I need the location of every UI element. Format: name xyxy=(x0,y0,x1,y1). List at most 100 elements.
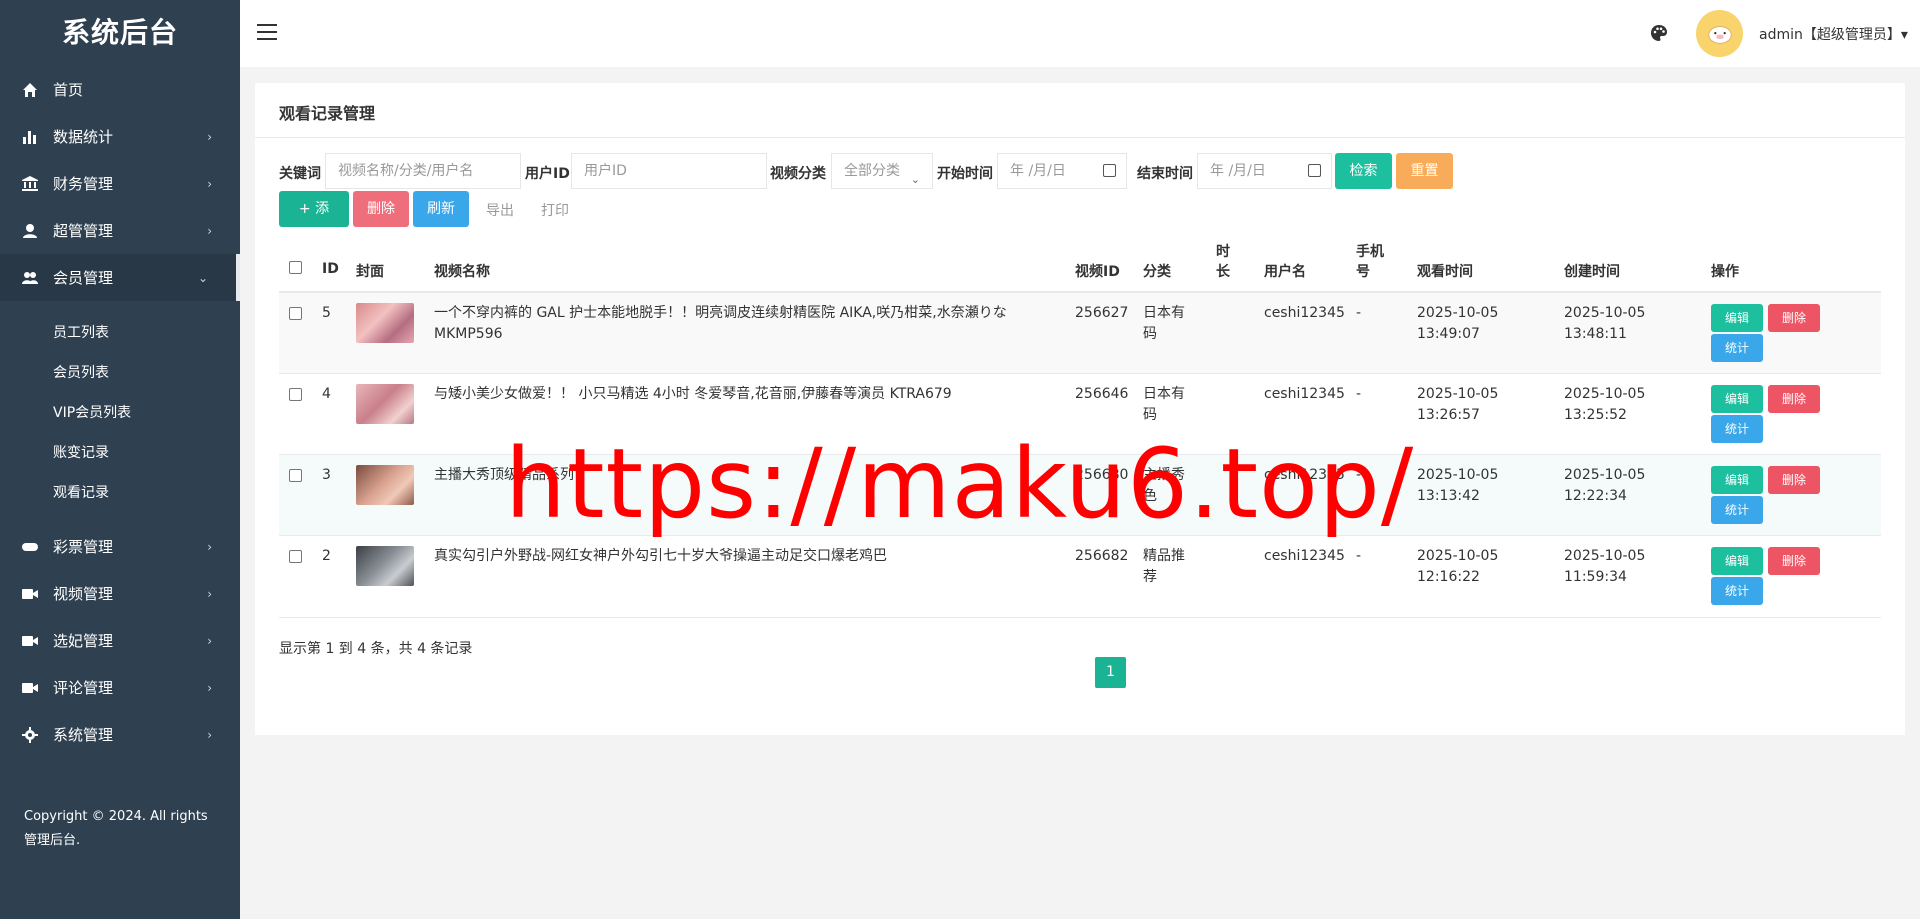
chevron-down-icon: ⌄ xyxy=(910,173,920,186)
edit-button[interactable]: 编辑 xyxy=(1711,547,1763,575)
row-watch-date: 2025-10-05 xyxy=(1417,548,1499,564)
row-video-name[interactable]: 与矮小美少女做爱！！ 小只马精选 4小时 冬爱琴音,花音丽,伊藤春等演员 KTR… xyxy=(434,384,1054,405)
delete-button[interactable]: 删除 xyxy=(1768,547,1820,575)
subnav-balance-log[interactable]: 账变记录 xyxy=(0,433,240,473)
sidebar: 系统后台 首页 数据统计 › 财务管理 › 超管管理 › 会员管理 ⌄ 员工列表… xyxy=(0,0,240,919)
subnav-vip-list[interactable]: VIP会员列表 xyxy=(0,393,240,433)
stats-button[interactable]: 统计 xyxy=(1711,415,1763,443)
row-video-name-line1: 真实勾引户外野战-网红女神户外勾引七十岁大爷操逼主动足交口爆老鸡巴 xyxy=(434,548,888,564)
keyword-label: 关键词 xyxy=(279,166,321,182)
chevron-right-icon: › xyxy=(207,539,212,554)
row-create-clock: 13:25:52 xyxy=(1564,407,1627,423)
row-checkbox[interactable] xyxy=(289,550,302,563)
row-video-name-line2: MKMP596 xyxy=(434,326,503,342)
print-button[interactable]: 打印 xyxy=(541,200,569,220)
nav-comments[interactable]: 评论管理 › xyxy=(0,664,240,711)
calendar-icon[interactable] xyxy=(1308,164,1321,177)
bulk-delete-button[interactable]: 删除 xyxy=(353,191,409,227)
edit-button[interactable]: 编辑 xyxy=(1711,466,1763,494)
bank-icon xyxy=(22,175,38,192)
row-watch-date: 2025-10-05 xyxy=(1417,467,1499,483)
row-checkbox[interactable] xyxy=(289,469,302,482)
row-category-line1: 日本有 xyxy=(1143,386,1185,402)
stats-button[interactable]: 统计 xyxy=(1711,577,1763,605)
row-create-clock: 11:59:34 xyxy=(1564,569,1627,585)
nav-label: 系统管理 xyxy=(53,726,114,744)
row-checkbox[interactable] xyxy=(289,388,302,401)
end-time-label: 结束时间 xyxy=(1137,166,1193,182)
divider xyxy=(255,137,1905,138)
stats-button[interactable]: 统计 xyxy=(1711,334,1763,362)
category-select[interactable]: 全部分类 ⌄ xyxy=(831,153,933,189)
video-cover-thumbnail xyxy=(356,465,414,505)
row-video-id: 256627 xyxy=(1075,305,1129,321)
row-phone: - xyxy=(1356,386,1362,402)
row-category-line1: 日本有 xyxy=(1143,305,1185,321)
start-time-label: 开始时间 xyxy=(937,166,993,182)
video-icon xyxy=(22,680,38,696)
row-video-id: 256646 xyxy=(1075,386,1129,402)
end-date-input[interactable]: 年 /月/日 xyxy=(1197,153,1332,189)
reset-button[interactable]: 重置 xyxy=(1396,153,1453,189)
subnav-staff-list[interactable]: 员工列表 xyxy=(0,313,240,353)
row-category-line1: 精品推 xyxy=(1143,548,1185,564)
nav-stats[interactable]: 数据统计 › xyxy=(0,113,240,160)
export-button[interactable]: 导出 xyxy=(486,200,514,220)
chevron-right-icon: › xyxy=(207,586,212,601)
row-create-time: 2025-10-05 11:59:34 xyxy=(1564,546,1645,588)
user-menu-dropdown[interactable]: admin【超级管理员】▾ xyxy=(1759,24,1908,44)
subnav-watch-log[interactable]: 观看记录 xyxy=(0,473,240,513)
nav-system[interactable]: 系统管理 › xyxy=(0,711,240,758)
row-id: 5 xyxy=(322,305,331,321)
row-create-date: 2025-10-05 xyxy=(1564,548,1646,564)
col-duration-1: 时 xyxy=(1216,244,1230,260)
row-watch-time: 2025-10-05 13:49:07 xyxy=(1417,303,1498,345)
video-cover-thumbnail xyxy=(356,303,414,343)
stats-button[interactable]: 统计 xyxy=(1711,496,1763,524)
row-create-time: 2025-10-05 13:48:11 xyxy=(1564,303,1645,345)
nav-label: 选妃管理 xyxy=(53,632,114,650)
nav-members[interactable]: 会员管理 ⌄ xyxy=(0,254,240,301)
select-all-checkbox[interactable] xyxy=(289,261,302,274)
chevron-right-icon: › xyxy=(207,176,212,191)
delete-button[interactable]: 删除 xyxy=(1768,385,1820,413)
avatar[interactable] xyxy=(1696,10,1743,57)
col-video-name: 视频名称 xyxy=(434,264,490,280)
search-button[interactable]: 检索 xyxy=(1335,153,1392,189)
col-duration-2: 长 xyxy=(1216,264,1230,280)
palette-icon[interactable] xyxy=(1650,24,1668,42)
nav-lottery[interactable]: 彩票管理 › xyxy=(0,523,240,570)
edit-button[interactable]: 编辑 xyxy=(1711,385,1763,413)
pagination-info: 显示第 1 到 4 条，共 4 条记录 xyxy=(279,641,473,657)
refresh-button[interactable]: 刷新 xyxy=(413,191,469,227)
row-video-name[interactable]: 一个不穿内裤的 GAL 护士本能地脱手！！明亮调皮连续射精医院 AIKA,咲乃柑… xyxy=(434,303,1054,345)
start-date-input[interactable]: 年 /月/日 xyxy=(997,153,1127,189)
row-create-date: 2025-10-05 xyxy=(1564,467,1646,483)
add-button[interactable]: + 添加 xyxy=(279,191,349,253)
nav-admins[interactable]: 超管管理 › xyxy=(0,207,240,254)
row-checkbox[interactable] xyxy=(289,307,302,320)
pagination-page-1[interactable]: 1 xyxy=(1095,657,1126,688)
delete-button[interactable]: 删除 xyxy=(1768,304,1820,332)
keyword-input[interactable]: 视频名称/分类/用户名 xyxy=(325,153,521,189)
subnav-member-list[interactable]: 会员列表 xyxy=(0,353,240,393)
nav-concubine[interactable]: 选妃管理 › xyxy=(0,617,240,664)
userid-input[interactable]: 用户ID xyxy=(571,153,767,189)
nav-videos[interactable]: 视频管理 › xyxy=(0,570,240,617)
calendar-icon[interactable] xyxy=(1103,164,1116,177)
col-phone-1: 手机 xyxy=(1356,244,1384,260)
row-id: 2 xyxy=(322,548,331,564)
row-create-date: 2025-10-05 xyxy=(1564,386,1646,402)
row-video-name-line1: 与矮小美少女做爱！！ 小只马精选 4小时 冬爱琴音,花音丽,伊藤春等演员 KTR… xyxy=(434,386,952,402)
delete-button[interactable]: 删除 xyxy=(1768,466,1820,494)
row-watch-clock: 13:49:07 xyxy=(1417,326,1480,342)
nav-label: 会员管理 xyxy=(53,269,114,287)
nav-finance[interactable]: 财务管理 › xyxy=(0,160,240,207)
table-row: 5 一个不穿内裤的 GAL 护士本能地脱手！！明亮调皮连续射精医院 AIKA,咲… xyxy=(279,291,1881,374)
edit-button[interactable]: 编辑 xyxy=(1711,304,1763,332)
nav-home[interactable]: 首页 xyxy=(0,66,240,113)
row-create-time: 2025-10-05 13:25:52 xyxy=(1564,384,1645,426)
row-video-name[interactable]: 真实勾引户外野战-网红女神户外勾引七十岁大爷操逼主动足交口爆老鸡巴 xyxy=(434,546,1054,567)
menu-toggle-icon[interactable] xyxy=(257,24,277,42)
row-phone: - xyxy=(1356,548,1362,564)
